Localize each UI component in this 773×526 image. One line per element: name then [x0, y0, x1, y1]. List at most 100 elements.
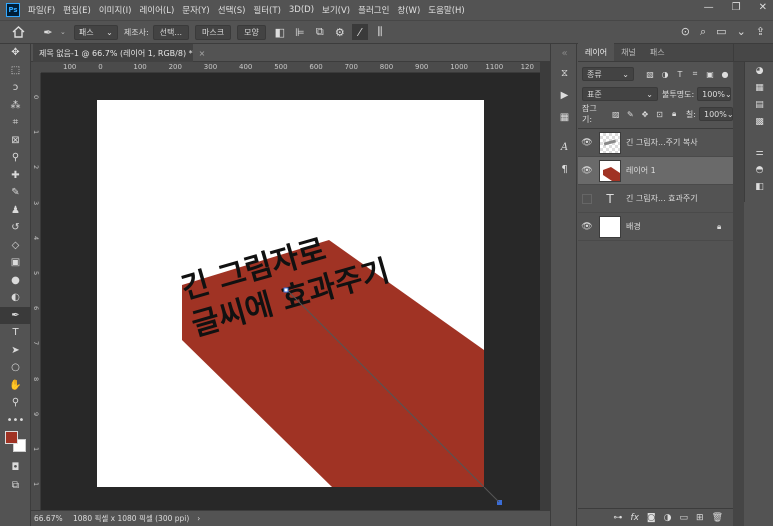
visibility-eye-icon[interactable]: 👁︎: [578, 138, 596, 148]
layer-row[interactable]: T 긴 그림자... 효과주기: [578, 185, 733, 213]
history-brush-icon[interactable]: ↺: [0, 219, 31, 237]
new-group-icon[interactable]: ▭: [680, 513, 689, 523]
path-arrangement-icon[interactable]: ⧉: [312, 24, 328, 40]
healing-brush-icon[interactable]: ✚: [0, 167, 31, 185]
menu-select[interactable]: 선택(S): [214, 4, 250, 16]
home-icon[interactable]: [10, 24, 26, 40]
menu-edit[interactable]: 편집(E): [59, 4, 95, 16]
workspace-icon[interactable]: ▭: [716, 25, 726, 39]
libraries-panel-icon[interactable]: ◓: [745, 161, 773, 178]
tab-layers[interactable]: 레이어: [578, 43, 615, 61]
zoom-level[interactable]: 66.67%: [31, 514, 69, 523]
align-edges-icon[interactable]: ⫼: [372, 24, 388, 40]
shape-tool-icon[interactable]: ○: [0, 359, 31, 377]
fx-icon[interactable]: fx: [630, 513, 639, 523]
minimize-icon[interactable]: —: [704, 2, 714, 13]
menu-help[interactable]: 도움말(H): [424, 4, 468, 16]
tab-paths[interactable]: 패스: [643, 43, 672, 61]
visibility-eye-icon[interactable]: 👁︎: [578, 222, 596, 232]
layer-name[interactable]: 긴 그림자... 효과주기: [626, 193, 733, 204]
move-tool-icon[interactable]: ✥: [0, 44, 31, 62]
gradient-tool-icon[interactable]: ▣: [0, 254, 31, 272]
marquee-tool-icon[interactable]: ⬚: [0, 62, 31, 80]
path-anchor-start[interactable]: [283, 287, 289, 293]
brush-tool-icon[interactable]: ✎: [0, 184, 31, 202]
magic-wand-icon[interactable]: ⁂: [0, 97, 31, 115]
crop-tool-icon[interactable]: ⌗: [0, 114, 31, 132]
layer-row[interactable]: 👁︎ 긴 그림자...주기 복사: [578, 129, 733, 157]
character-panel-icon[interactable]: A: [551, 136, 578, 158]
layer-name[interactable]: 레이어 1: [626, 165, 733, 176]
eyedropper-icon[interactable]: ⚲: [0, 149, 31, 167]
swatches-panel-icon[interactable]: ▦: [745, 79, 773, 96]
foreground-color-swatch[interactable]: [5, 431, 18, 444]
quick-mask-icon[interactable]: ◘: [0, 459, 31, 477]
opacity-input[interactable]: 100% ⌄: [697, 87, 732, 101]
tab-channels[interactable]: 채널: [614, 43, 643, 61]
actions-panel-icon[interactable]: ▶: [551, 84, 578, 106]
layer-kind-select[interactable]: 종류 ⌄: [582, 67, 634, 81]
menu-type[interactable]: 문자(Y): [178, 4, 213, 16]
shape-button[interactable]: 모양: [237, 24, 266, 40]
auto-add-delete-icon[interactable]: ⁄: [351, 24, 368, 40]
filter-pixel-icon[interactable]: ▧: [644, 68, 656, 80]
share-upload-icon[interactable]: ⇪: [756, 25, 765, 39]
lock-artboard-icon[interactable]: ⊡: [654, 108, 666, 120]
chevron-down-icon[interactable]: ⌄: [60, 28, 66, 36]
mask-button[interactable]: 마스크: [195, 24, 232, 40]
close-window-icon[interactable]: ✕: [759, 2, 767, 13]
history-panel-icon[interactable]: ⧖: [551, 62, 578, 84]
delete-layer-icon[interactable]: 🗑︎: [712, 513, 723, 523]
chevron-down-icon[interactable]: ⌄: [737, 25, 746, 39]
color-panel-icon[interactable]: ◕: [745, 62, 773, 79]
menu-3d[interactable]: 3D(D): [285, 5, 318, 15]
dodge-tool-icon[interactable]: ◐: [0, 289, 31, 307]
filter-adjustment-icon[interactable]: ◑: [659, 68, 671, 80]
filter-smart-object-icon[interactable]: ▣: [704, 68, 716, 80]
patterns-panel-icon[interactable]: ▩: [745, 113, 773, 130]
path-alignment-icon[interactable]: ⊫: [292, 24, 308, 40]
layer-row[interactable]: 👁︎ 배경 🔒︎: [578, 213, 733, 241]
lock-all-icon[interactable]: 🔒︎: [668, 108, 680, 120]
document-tab[interactable]: 제목 없음-1 @ 66.7% (레이어 1, RGB/8) * ×: [33, 44, 205, 62]
new-layer-icon[interactable]: ⊞: [696, 513, 704, 523]
pen-tool-preset-icon[interactable]: ✒: [40, 24, 56, 40]
lasso-tool-icon[interactable]: ↄ: [0, 79, 31, 97]
path-operations-icon[interactable]: ◧: [272, 24, 288, 40]
hand-tool-icon[interactable]: ✋: [0, 377, 31, 395]
vertical-scrollbar[interactable]: [540, 62, 550, 510]
lock-image-icon[interactable]: ✎: [625, 108, 637, 120]
path-mode-select[interactable]: 패스 ⌄: [73, 24, 118, 40]
layer-name[interactable]: 배경: [626, 221, 717, 232]
lock-position-icon[interactable]: ✥: [639, 108, 651, 120]
learn-panel-icon[interactable]: ◧: [745, 178, 773, 195]
menu-layer[interactable]: 레이어(L): [135, 4, 178, 16]
fill-input[interactable]: 100% ⌄: [698, 107, 734, 121]
document-canvas[interactable]: 긴 그림자로 글씨에 효과주기: [97, 100, 484, 487]
collapse-icon[interactable]: «: [551, 44, 578, 62]
frame-tool-icon[interactable]: ⊠: [0, 132, 31, 150]
clone-stamp-icon[interactable]: ♟: [0, 202, 31, 220]
filter-shape-icon[interactable]: ⌗: [689, 68, 701, 80]
zoom-tool-icon[interactable]: ⚲: [0, 394, 31, 412]
menu-plugins[interactable]: 플러그인: [354, 4, 393, 16]
layer-name[interactable]: 긴 그림자...주기 복사: [626, 137, 733, 148]
blur-tool-icon[interactable]: ●: [0, 272, 31, 290]
menu-view[interactable]: 보기(V): [318, 4, 354, 16]
visibility-off-box[interactable]: [578, 193, 596, 204]
eraser-tool-icon[interactable]: ◇: [0, 237, 31, 255]
selection-button[interactable]: 선택...: [152, 24, 190, 40]
pen-tool-icon[interactable]: ✒: [0, 306, 31, 324]
properties-panel-icon[interactable]: ▦: [551, 106, 578, 128]
type-tool-icon[interactable]: T: [0, 324, 31, 342]
menu-filter[interactable]: 필터(T): [249, 4, 284, 16]
menu-image[interactable]: 이미지(I): [95, 4, 136, 16]
gradients-panel-icon[interactable]: ▤: [745, 96, 773, 113]
link-layers-icon[interactable]: ⊶: [613, 513, 622, 523]
menu-window[interactable]: 창(W): [393, 4, 424, 16]
paragraph-panel-icon[interactable]: ¶: [551, 158, 578, 180]
adjustments-panel-icon[interactable]: ⚌: [745, 144, 773, 161]
adjustment-layer-icon[interactable]: ◑: [664, 513, 672, 523]
filter-type-icon[interactable]: T: [674, 68, 686, 80]
more-tools-icon[interactable]: •••: [0, 412, 31, 430]
